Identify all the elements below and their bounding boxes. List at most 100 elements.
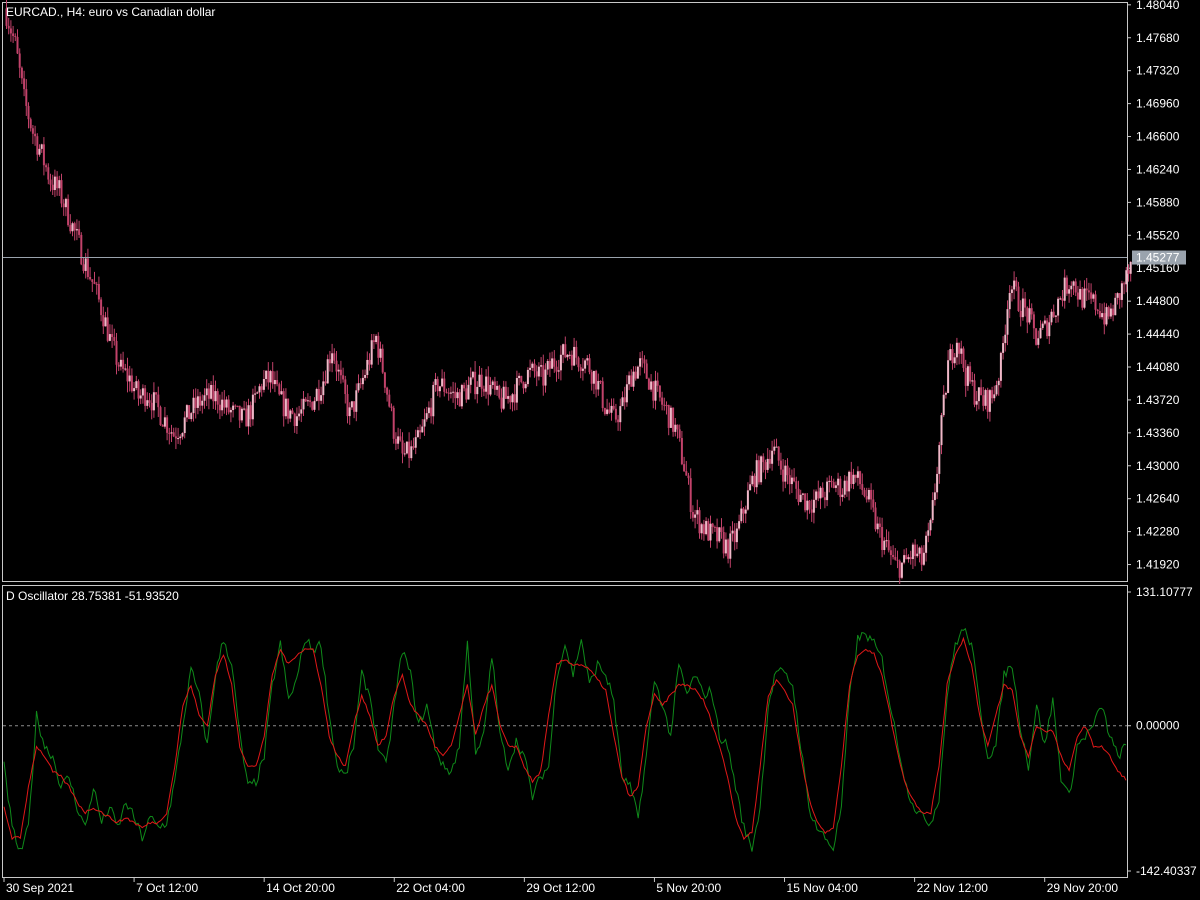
candle-body: [581, 368, 584, 371]
candle-body: [564, 344, 567, 358]
time-tick-label: 5 Nov 20:00: [656, 881, 721, 895]
candle-body: [733, 530, 736, 543]
candle-body: [566, 354, 569, 358]
candle-body: [9, 28, 12, 34]
candle-body: [1076, 292, 1079, 300]
time-tick-label: 14 Oct 20:00: [266, 881, 335, 895]
candle-body: [139, 395, 142, 399]
candle-body: [1065, 277, 1068, 294]
candle-body: [707, 521, 710, 541]
candle-body: [610, 405, 613, 413]
price-pane[interactable]: 1.48040 1.47680 1.47320 1.46960 1.46600 1.462…: [2, 0, 1187, 584]
candle-body: [476, 386, 479, 395]
candle-body: [97, 284, 100, 300]
candle-body: [916, 553, 919, 557]
candle-body: [540, 365, 543, 367]
candle-body: [691, 511, 694, 518]
time-tick-label: 15 Nov 04:00: [787, 881, 859, 895]
candle-body: [771, 450, 774, 464]
candle-body: [667, 405, 670, 428]
candle-body: [1057, 298, 1060, 316]
candle-body: [487, 376, 490, 395]
candle-body: [1103, 313, 1106, 325]
candle-body: [784, 465, 787, 482]
candle-body: [889, 550, 892, 556]
candle-body: [531, 363, 534, 368]
candle-body: [507, 396, 510, 399]
candle-body: [482, 388, 485, 392]
candle-body: [520, 375, 523, 383]
candle-body: [518, 375, 521, 379]
candle-body: [284, 398, 287, 417]
candle-body: [537, 366, 540, 377]
candle-body: [837, 478, 840, 486]
candle-body: [808, 500, 811, 510]
candle-body: [515, 378, 518, 403]
candle-body: [91, 279, 94, 282]
candle-body: [243, 408, 246, 410]
candle-body: [7, 25, 10, 29]
candle-body: [1008, 293, 1011, 310]
candle-body: [674, 424, 677, 432]
candle-body: [632, 371, 635, 387]
candle-body: [621, 397, 624, 407]
candle-body: [172, 432, 175, 437]
candle-body: [326, 359, 329, 384]
candle-body: [372, 340, 375, 343]
candle-body: [1028, 308, 1031, 323]
candle-body: [1039, 328, 1042, 339]
candle-body: [267, 370, 270, 383]
candle-body: [106, 317, 109, 341]
candle-body: [478, 374, 481, 387]
candle-body: [137, 381, 140, 399]
candle-body: [810, 509, 813, 513]
candle-body: [64, 198, 67, 208]
candle-body: [276, 380, 279, 385]
time-tick-label: 29 Nov 20:00: [1047, 881, 1119, 895]
candle-body: [102, 315, 105, 327]
candle-body: [555, 366, 558, 372]
price-tick-label: 1.47680: [1136, 31, 1180, 45]
price-tick-label: 1.41920: [1136, 558, 1180, 572]
candle-body: [150, 402, 153, 411]
candle-body: [878, 523, 881, 527]
candle-body: [801, 493, 804, 495]
candle-body: [577, 357, 580, 368]
candle-body: [584, 360, 587, 369]
candle-body: [625, 384, 628, 403]
candle-body: [458, 392, 461, 407]
candle-body: [779, 460, 782, 470]
candle-body: [60, 180, 63, 204]
candle-body: [903, 555, 906, 563]
candle-body: [304, 398, 307, 402]
candle-body: [227, 399, 230, 413]
candle-body: [1074, 281, 1077, 293]
candle-body: [845, 480, 848, 492]
time-tick-label: 29 Oct 12:00: [526, 881, 595, 895]
oscillator-pane[interactable]: 131.10777 0.00000 -142.40337 D Oscillator …: [2, 585, 1198, 878]
candle-body: [702, 524, 705, 535]
candle-body: [357, 383, 360, 391]
candle-body: [89, 276, 92, 280]
candle-body: [93, 281, 96, 284]
candle-body: [546, 361, 549, 370]
candle-body: [1101, 313, 1104, 318]
candle-body: [1118, 293, 1121, 300]
time-tick-label: 7 Oct 12:00: [136, 881, 198, 895]
price-tick-label: 1.42280: [1136, 525, 1180, 539]
candle-body: [192, 397, 195, 414]
candle-body: [348, 407, 351, 417]
candle-body: [509, 396, 512, 403]
candle-body: [969, 366, 972, 382]
candle-body: [920, 547, 923, 565]
candle-body: [73, 223, 76, 231]
candle-body: [729, 533, 732, 559]
candle-body: [469, 377, 472, 385]
candle-body: [757, 460, 760, 483]
candle-body: [894, 557, 897, 560]
candle-body: [31, 128, 34, 134]
candle-body: [898, 560, 901, 578]
candle-body: [828, 480, 831, 482]
candle-body: [412, 446, 415, 448]
osc-tick-label: 131.10777: [1136, 585, 1193, 599]
